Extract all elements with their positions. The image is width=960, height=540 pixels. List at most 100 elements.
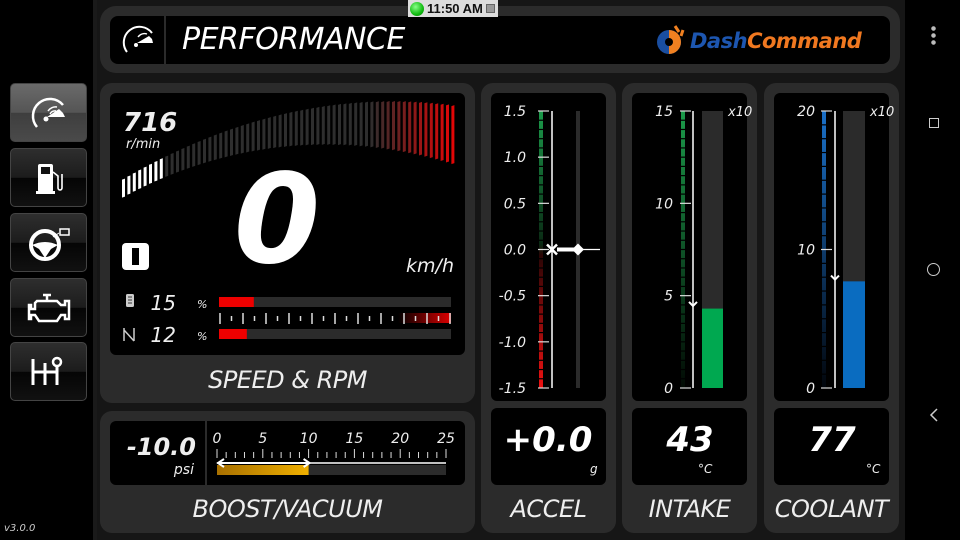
home-icon[interactable] [927, 263, 940, 276]
coolant-scale-label: 20 [797, 104, 815, 120]
coolant-value: 77 [808, 420, 856, 460]
rpm-bar [402, 101, 406, 153]
intake-scale-label: 15 [655, 104, 673, 120]
boost-scale-label: 15 [345, 431, 363, 447]
boost-scale-label: 5 [258, 431, 267, 447]
rpm-bar [294, 110, 298, 146]
rpm-bar [354, 102, 358, 146]
rpm-bar [381, 101, 385, 149]
recents-icon[interactable] [929, 118, 939, 128]
rpm-bar [267, 117, 271, 149]
rpm-bar [278, 114, 282, 148]
rpm-bar [375, 101, 379, 148]
more-vert-icon[interactable] [931, 25, 936, 45]
boost-bar-fill [217, 465, 309, 475]
rpm-bar [181, 147, 185, 171]
rpm-bar [327, 105, 331, 145]
throttle-unit: % [197, 298, 207, 311]
rpm-bar [159, 158, 163, 180]
rpm-bar [446, 104, 449, 163]
throttle-value: 15 [151, 291, 176, 315]
intake-bar-fill [702, 308, 723, 388]
rpm-value: 716 [123, 108, 177, 138]
rpm-bar [429, 102, 433, 159]
boost-unit: psi [173, 462, 194, 478]
rpm-bar [435, 103, 439, 160]
rpm-bar [289, 111, 293, 147]
rpm-bar [213, 134, 217, 161]
coolant-scale-label: 0 [806, 381, 815, 397]
rpm-bar [419, 101, 422, 156]
accel-diamond-marker [572, 243, 584, 256]
boost-scale-label: 25 [437, 431, 455, 447]
coolant-multiplier: x10 [869, 105, 894, 120]
intake-value: 43 [665, 420, 713, 460]
intake-scale-label: 5 [664, 289, 673, 305]
accel-scale-label: 0.0 [504, 243, 526, 259]
boost-scale-label: 20 [391, 431, 409, 447]
intake-scale-label: 0 [664, 381, 673, 397]
gauge-overlay: 716 r/min 0 km/h 15 % 12 % -10.0 psi 0 5 1… [122, 101, 894, 485]
rpm-bar [176, 150, 179, 173]
back-icon[interactable] [929, 408, 939, 422]
throttle-bar-fill [219, 297, 254, 307]
rpm-bar [424, 102, 428, 157]
rpm-bar [359, 101, 363, 147]
rpm-bar [321, 106, 325, 145]
rpm-bar [408, 101, 412, 154]
rpm-bar [392, 101, 395, 151]
boost-scale-label: 0 [213, 431, 222, 447]
accel-scale-label: -1.0 [499, 335, 526, 351]
speed-value: 0 [234, 148, 320, 292]
rpm-bar [192, 143, 196, 167]
speed-unit: km/h [406, 255, 454, 277]
intake-unit: °C [698, 462, 713, 476]
rpm-bar [143, 166, 147, 187]
accel-scale-label: -0.5 [499, 289, 526, 305]
rpm-bar [197, 140, 201, 166]
intake-multiplier: x10 [727, 105, 752, 120]
rpm-bar [348, 102, 352, 146]
accel-scale-label: -1.5 [499, 381, 526, 397]
load-bar-track [219, 329, 451, 339]
rpm-bar [332, 104, 336, 145]
rpm-unit: r/min [126, 137, 160, 152]
rpm-bar [365, 101, 368, 147]
rpm-bar [138, 169, 142, 190]
accel-scale-label: 1.0 [504, 150, 526, 166]
rpm-bar [208, 136, 212, 162]
coolant-scale-label: 10 [797, 243, 815, 259]
rpm-bar [170, 152, 174, 175]
rpm-bar [257, 120, 260, 151]
rpm-bar [300, 109, 304, 146]
accel-scale-label: 0.5 [504, 196, 526, 212]
rpm-bar [413, 101, 417, 155]
rpm-bar [149, 163, 152, 184]
rpm-bar [203, 138, 206, 164]
load-value: 12 [151, 323, 176, 347]
rpm-bar [127, 175, 131, 195]
rpm-bar [262, 118, 266, 150]
rpm-bar [273, 115, 277, 149]
rpm-bar [186, 145, 190, 169]
rpm-bar [397, 101, 401, 152]
rpm-bar [219, 132, 223, 159]
boost-scale-label: 10 [300, 431, 318, 447]
rpm-bar [165, 155, 169, 177]
rpm-tick-strip [345, 313, 451, 323]
rpm-bar [122, 178, 125, 198]
rpm-bar [305, 108, 309, 146]
rpm-bar [343, 103, 347, 146]
rpm-bar [338, 103, 341, 146]
load-icon [123, 328, 135, 342]
system-nav-bar [905, 0, 960, 540]
rpm-bar [451, 105, 455, 165]
boost-scale: 0 5 10 15 20 25 [213, 431, 455, 458]
load-unit: % [197, 330, 207, 343]
accel-scale-label: 1.5 [504, 104, 526, 120]
rpm-bar [316, 106, 320, 145]
throttle-icon [126, 294, 134, 307]
boost-divider [205, 421, 207, 485]
rpm-bar [386, 101, 390, 150]
rpm-bar [440, 103, 444, 161]
